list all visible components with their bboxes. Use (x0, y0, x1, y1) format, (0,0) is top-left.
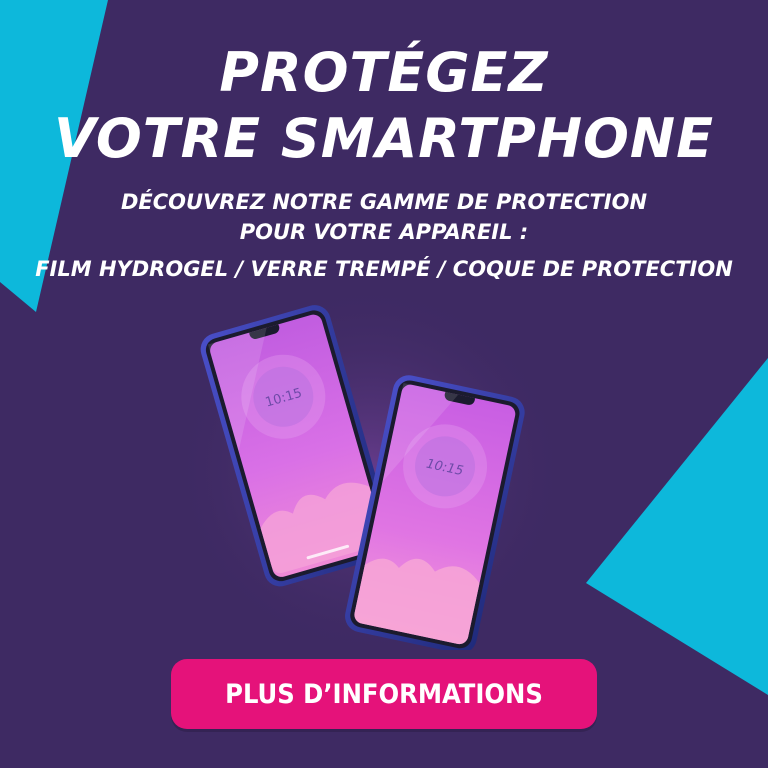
headline-line-2: VOTRE SMARTPHONE (53, 107, 715, 170)
headline-line-1: PROTÉGEZ (219, 41, 549, 104)
subheadline-line-2: POUR VOTRE APPAREIL : (239, 220, 529, 244)
subheadline-line-3: FILM HYDROGEL / VERRE TREMPÉ / COQUE DE … (35, 257, 733, 281)
ad-banner: PROTÉGEZ VOTRE SMARTPHONE DÉCOUVREZ NOTR… (0, 0, 768, 768)
subheadline-line-1: DÉCOUVREZ NOTRE GAMME DE PROTECTION (120, 190, 648, 214)
cyan-triangle-right (586, 358, 768, 695)
more-info-button[interactable]: PLUS D’INFORMATIONS (171, 659, 597, 729)
right-phone: 10:15 (345, 375, 525, 650)
smartphones-illustration: 10:15 10:15 (200, 305, 525, 650)
